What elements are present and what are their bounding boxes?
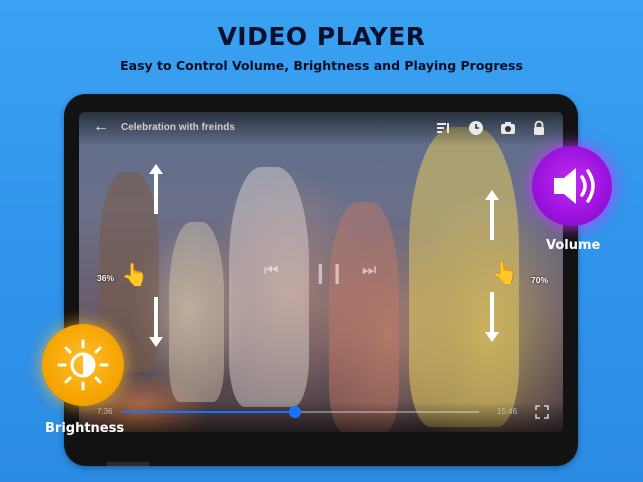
pause-icon[interactable]: ❙❙ <box>312 260 346 285</box>
person-silhouette <box>229 167 309 407</box>
swipe-hand-icon: 👆 <box>491 260 519 285</box>
person-silhouette <box>329 202 399 432</box>
volume-label: Volume <box>546 238 601 253</box>
volume-down-arrow-icon <box>485 292 499 342</box>
brightness-label: Brightness <box>45 421 125 436</box>
volume-up-arrow-icon <box>485 190 499 240</box>
video-screen[interactable]: ← Celebration with freinds 36% 👆 70% 👆 ⏮… <box>79 112 563 432</box>
back-arrow-icon[interactable]: ← <box>93 118 109 136</box>
brightness-down-arrow-icon <box>149 297 163 347</box>
sun-icon <box>57 339 109 391</box>
current-time: 7:36 <box>97 407 113 416</box>
home-indicator <box>106 462 150 466</box>
camera-icon[interactable] <box>500 120 516 136</box>
brightness-percent: 36% <box>97 273 115 283</box>
equalizer-icon[interactable] <box>435 120 451 136</box>
brightness-up-arrow-icon <box>149 164 163 214</box>
headline: VIDEO PLAYER <box>217 22 426 51</box>
seek-bar[interactable] <box>121 406 479 418</box>
swipe-hand-icon: 👆 <box>121 262 149 287</box>
seek-knob[interactable] <box>289 406 302 418</box>
person-silhouette <box>169 222 224 402</box>
timer-icon[interactable] <box>468 120 484 136</box>
volume-badge <box>532 146 612 226</box>
brightness-badge <box>42 324 124 406</box>
progress-bar-area: 7:36 15:46 <box>79 402 563 432</box>
subheadline: Easy to Control Volume, Brightness and P… <box>120 58 523 73</box>
next-icon[interactable]: ⏭ <box>362 262 376 280</box>
seek-bar-fill <box>121 411 296 413</box>
player-top-bar: ← Celebration with freinds <box>79 112 563 146</box>
video-title: Celebration with freinds <box>121 122 235 133</box>
speaker-icon <box>554 168 595 204</box>
fullscreen-icon[interactable] <box>535 405 549 419</box>
volume-percent: 70% <box>531 275 549 285</box>
previous-icon[interactable]: ⏮ <box>264 262 278 280</box>
tablet-frame: ← Celebration with freinds 36% 👆 70% 👆 ⏮… <box>64 94 578 466</box>
lock-icon[interactable] <box>531 120 547 136</box>
total-time: 15:46 <box>497 407 518 416</box>
